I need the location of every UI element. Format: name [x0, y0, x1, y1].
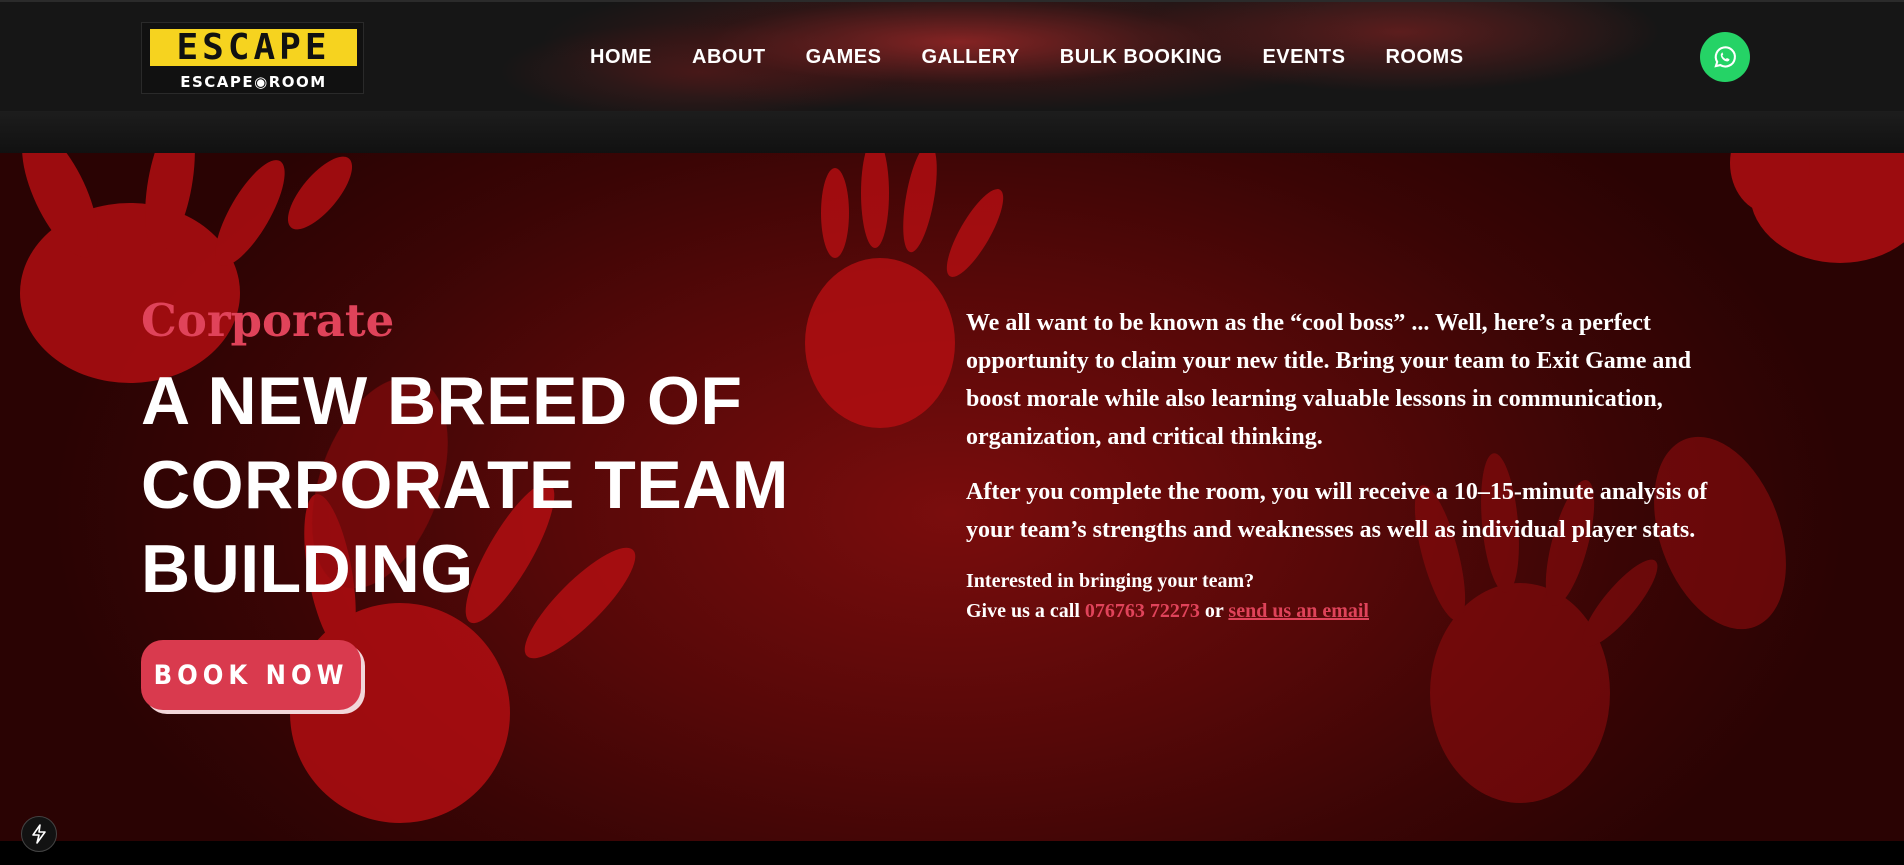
intro-paragraph: We all want to be known as the “cool bos… [966, 310, 1692, 450]
nav-gallery[interactable]: GALLERY [901, 40, 1039, 74]
phone-link[interactable]: 076763 72273 [1085, 600, 1200, 622]
headline-line-3: BUILDING [141, 531, 474, 607]
nav-home[interactable]: HOME [570, 40, 672, 74]
section-eyebrow: Corporate [141, 294, 395, 347]
nav-bulk-booking[interactable]: BULK BOOKING [1040, 40, 1243, 74]
hero-right-column: We all want to be known as the “cool bos… [966, 304, 1746, 626]
whatsapp-button[interactable] [1700, 32, 1750, 82]
main-nav: HOME ABOUT GAMES GALLERY BULK BOOKING EV… [570, 40, 1484, 74]
logo-wordmark: ESCAPE [147, 26, 360, 69]
nav-games[interactable]: GAMES [786, 40, 902, 74]
lightning-bolt-icon [32, 824, 46, 844]
contact-prefix: Give us a call [966, 600, 1085, 622]
email-link[interactable]: send us an email [1228, 600, 1369, 622]
footer-strip [0, 841, 1904, 865]
header-sub-strip [0, 111, 1904, 153]
hero-section: Corporate A NEW BREED OF CORPORATE TEAM … [0, 153, 1904, 841]
contact-question: Interested in bringing your team? [966, 570, 1255, 592]
logo-tagline: ESCAPE◉ROOM [180, 73, 327, 91]
page-title: A NEW BREED OF CORPORATE TEAM BUILDING [141, 359, 841, 611]
book-now-button[interactable]: BOOK NOW [141, 640, 361, 710]
headline-line-2: CORPORATE TEAM [141, 447, 789, 523]
nav-events[interactable]: EVENTS [1242, 40, 1365, 74]
contact-or: or [1199, 600, 1229, 622]
site-header: ESCAPE ESCAPE◉ROOM HOME ABOUT GAMES GALL… [0, 0, 1904, 153]
quick-action-button[interactable] [21, 816, 57, 852]
hero-left-column: Corporate A NEW BREED OF CORPORATE TEAM … [141, 293, 841, 611]
headline-line-1: A NEW BREED OF [141, 363, 743, 439]
contact-line: Give us a call 076763 72273 or send us a… [966, 596, 1746, 626]
contact-block: Interested in bringing your team? Give u… [966, 566, 1746, 626]
nav-about[interactable]: ABOUT [672, 40, 786, 74]
whatsapp-icon [1714, 46, 1736, 68]
analysis-paragraph: After you complete the room, you will re… [966, 479, 1708, 543]
nav-rooms[interactable]: ROOMS [1365, 40, 1483, 74]
site-logo[interactable]: ESCAPE ESCAPE◉ROOM [141, 22, 364, 94]
